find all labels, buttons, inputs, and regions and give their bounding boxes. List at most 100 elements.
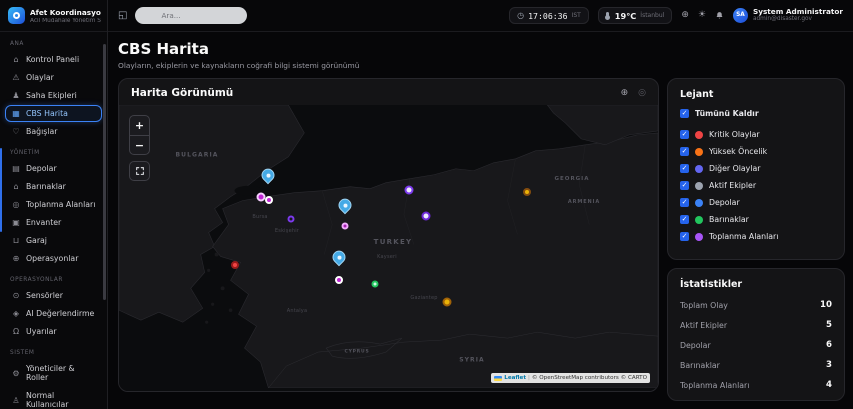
legend-color-dot <box>695 182 703 190</box>
statistic-label: Aktif Ekipler <box>680 321 727 330</box>
map-dot-marker[interactable] <box>342 223 349 230</box>
sidebar-toggle-icon[interactable]: ◱ <box>118 11 127 21</box>
sidebar: Afet Koordinasyon Pla... Acil Müdahale Y… <box>0 0 108 409</box>
map-dot-marker[interactable] <box>405 186 414 195</box>
sidebar-item[interactable]: ▣ Envanter <box>5 214 102 231</box>
map-attribution: Leaflet | © OpenStreetMap contributors ©… <box>491 373 650 383</box>
sidebar-scrollbar[interactable] <box>103 44 106 300</box>
statistic-row: Barınaklar 3 <box>680 360 832 370</box>
assembly-point-icon: ◎ <box>11 200 21 209</box>
legend-checkbox[interactable] <box>680 232 689 241</box>
legend-checkbox[interactable] <box>680 130 689 139</box>
notifications-bell-icon[interactable] <box>715 11 724 20</box>
sidebar-item[interactable]: ⚙ Yöneticiler & Roller <box>5 360 102 386</box>
map-dot-marker[interactable] <box>231 261 239 269</box>
sidebar-nav-list: ⚙ Yöneticiler & Roller ♙ Normal Kullanıc… <box>0 360 107 409</box>
sidebar-nav-list: ⌂ Kontrol Paneli ⚠ Olaylar ♟ Saha Ekiple… <box>0 51 107 140</box>
sidebar-item[interactable]: ♟ Saha Ekipleri <box>5 87 102 104</box>
map-dot-marker[interactable] <box>422 212 431 221</box>
statistic-row: Toplam Olay 10 <box>680 300 832 310</box>
language-globe-icon[interactable]: ⊕ <box>681 11 689 20</box>
map-pin-marker[interactable] <box>262 169 275 182</box>
sidebar-section-yonetim: YÖNETİM ▤ Depolar ⌂ Barınaklar ◎ <box>0 141 107 267</box>
map-dot-marker[interactable] <box>443 298 452 307</box>
legend-color-dot <box>695 131 703 139</box>
sidebar-section-ana: ANA ⌂ Kontrol Paneli ⚠ Olaylar ♟ <box>0 32 107 140</box>
legend-checkbox[interactable] <box>680 164 689 173</box>
map-canvas[interactable]: BULGARIA TURKEY GEORGIA ARMENIA SYRIA CY… <box>119 105 658 391</box>
legend-item[interactable]: Barınaklar <box>680 215 832 224</box>
legend-toggle-all[interactable]: Tümünü Kaldır <box>680 109 832 118</box>
legend-checkbox[interactable] <box>680 215 689 224</box>
sidebar-item-label: Sensörler <box>26 291 63 300</box>
sidebar-item[interactable]: ♙ Normal Kullanıcılar <box>5 387 102 409</box>
map-dot-marker[interactable] <box>523 188 531 196</box>
map-pin-marker[interactable] <box>333 251 346 264</box>
legend-item-label: Yüksek Öncelik <box>709 147 767 156</box>
sidebar-item[interactable]: ⊕ Operasyonlar <box>5 250 102 267</box>
sidebar-item[interactable]: ⚠ Olaylar <box>5 69 102 86</box>
fullscreen-button[interactable] <box>129 161 150 181</box>
zoom-in-button[interactable]: + <box>130 116 149 135</box>
legend-item[interactable]: Yüksek Öncelik <box>680 147 832 156</box>
sidebar-section-operasyonlar: OPERASYONLAR ⊙ Sensörler ◈ AI Değerlendi… <box>0 268 107 340</box>
legend-list: Kritik Olaylar Yüksek Öncelik <box>680 130 832 241</box>
sidebar-item-label: Envanter <box>26 218 61 227</box>
legend-item[interactable]: Depolar <box>680 198 832 207</box>
statistic-row: Toplanma Alanları 4 <box>680 380 832 390</box>
user-menu[interactable]: SA System Administrator admin@disaster.g… <box>733 8 843 24</box>
statistic-row: Aktif Ekipler 5 <box>680 320 832 330</box>
city-label: Eskişehir <box>275 228 299 234</box>
clock-zone: IST <box>572 12 581 19</box>
topbar: ◱ ◷ 17:06:36 IST 19°C İstanbul ⊕ ☀ <box>108 0 853 32</box>
map-dot-marker[interactable] <box>265 196 273 204</box>
map-pin-marker[interactable] <box>339 199 352 212</box>
legend-item[interactable]: Diğer Olaylar <box>680 164 832 173</box>
section-label: SISTEM <box>0 341 107 359</box>
sidebar-item-label: Garaj <box>26 236 47 245</box>
statistic-value: 3 <box>826 360 832 370</box>
map-dot-marker[interactable] <box>372 281 379 288</box>
sidebar-item[interactable]: ⊙ Sensörler <box>5 287 102 304</box>
map-panel-title: Harita Görünümü <box>131 87 233 99</box>
sidebar-item[interactable]: ◈ AI Değerlendirme <box>5 305 102 322</box>
leaflet-link[interactable]: Leaflet <box>504 375 526 381</box>
legend-item-label: Barınaklar <box>709 215 749 224</box>
sidebar-item[interactable]: Ω Uyarılar <box>5 323 102 340</box>
sidebar-item[interactable]: ⊔ Garaj <box>5 232 102 249</box>
sidebar-item[interactable]: ◎ Toplanma Alanları <box>5 196 102 213</box>
legend-checkbox[interactable] <box>680 198 689 207</box>
country-label: ARMENIA <box>568 199 600 205</box>
globe-icon[interactable]: ⊕ <box>621 88 629 98</box>
zoom-out-button[interactable]: − <box>130 135 149 154</box>
avatar: SA <box>733 8 748 23</box>
crosshair-icon[interactable]: ◎ <box>638 88 646 98</box>
legend-item[interactable]: Kritik Olaylar <box>680 130 832 139</box>
sidebar-item[interactable]: ▦ CBS Harita <box>5 105 102 122</box>
legend-checkbox[interactable] <box>680 109 689 118</box>
clock-pill: ◷ 17:06:36 IST <box>509 7 589 24</box>
legend-item[interactable]: Aktif Ekipler <box>680 181 832 190</box>
sidebar-item[interactable]: ♡ Bağışlar <box>5 123 102 140</box>
theme-sun-icon[interactable]: ☀ <box>698 11 706 20</box>
sidebar-item-label: Uyarılar <box>26 327 57 336</box>
sidebar-item-label: Toplanma Alanları <box>26 200 95 209</box>
map-dot-marker[interactable] <box>335 276 343 284</box>
sidebar-item[interactable]: ▤ Depolar <box>5 160 102 177</box>
sidebar-item-label: Olaylar <box>26 73 54 82</box>
clock-time: 17:06:36 <box>528 11 567 21</box>
map-dot-marker[interactable] <box>288 216 295 223</box>
legend-color-dot <box>695 165 703 173</box>
legend-item-label: Depolar <box>709 198 740 207</box>
country-label: GEORGIA <box>555 176 590 182</box>
legend-checkbox[interactable] <box>680 181 689 190</box>
search-input[interactable] <box>135 7 247 24</box>
legend-item[interactable]: Toplanma Alanları <box>680 232 832 241</box>
legend-checkbox[interactable] <box>680 147 689 156</box>
sidebar-item[interactable]: ⌂ Barınaklar <box>5 178 102 195</box>
sidebar-item[interactable]: ⌂ Kontrol Paneli <box>5 51 102 68</box>
country-label: SYRIA <box>459 357 485 364</box>
sidebar-item-label: Saha Ekipleri <box>26 91 77 100</box>
scroll-indicator[interactable] <box>0 148 2 232</box>
ai-icon: ◈ <box>11 309 21 318</box>
